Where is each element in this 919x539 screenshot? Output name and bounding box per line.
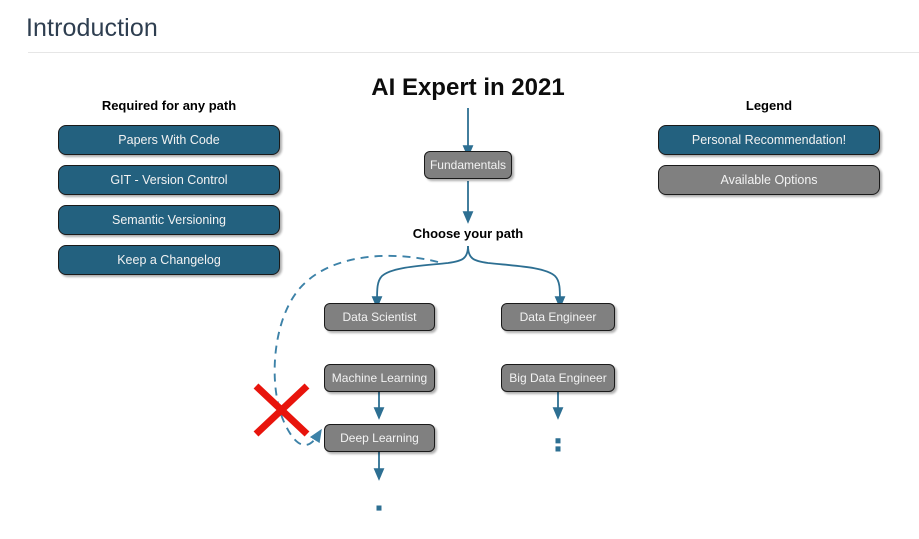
- page-header: Introduction: [0, 0, 919, 54]
- choose-your-path-label: Choose your path: [412, 226, 524, 241]
- flow-node-label: Deep Learning: [340, 431, 419, 445]
- edge-fork-left: [371, 245, 469, 309]
- legend-item-label: Available Options: [720, 173, 818, 187]
- flow-node-fundamentals[interactable]: Fundamentals: [424, 151, 512, 179]
- flow-node-label: Data Scientist: [342, 310, 417, 324]
- flow-node-label: Data Engineer: [519, 310, 597, 324]
- flow-node-big-data-engineer[interactable]: Big Data Engineer: [501, 364, 615, 392]
- edge-shortcut-to-deep-learning: [273, 254, 439, 446]
- required-item-keep-a-changelog[interactable]: Keep a Changelog: [58, 245, 280, 275]
- flow-node-label: Big Data Engineer: [509, 371, 607, 385]
- edge-fork-right: [467, 245, 566, 309]
- diagram-title: AI Expert in 2021: [371, 74, 565, 101]
- legend-item-label: Personal Recommendation!: [691, 133, 847, 147]
- legend-caption: Legend: [745, 98, 793, 113]
- required-item-label: Semantic Versioning: [112, 213, 226, 227]
- flow-node-deep-learning[interactable]: Deep Learning: [324, 424, 435, 452]
- required-item-label: GIT - Version Control: [110, 173, 228, 187]
- flow-node-machine-learning[interactable]: Machine Learning: [324, 364, 435, 392]
- flow-node-data-scientist[interactable]: Data Scientist: [324, 303, 435, 331]
- legend-item-available-options[interactable]: Available Options: [658, 165, 880, 195]
- required-item-label: Papers With Code: [118, 133, 220, 147]
- diagram-canvas: AI Expert in 2021 Fundamentals Choose yo…: [0, 54, 919, 539]
- required-item-git-version-control[interactable]: GIT - Version Control: [58, 165, 280, 195]
- required-for-any-path-caption: Required for any path: [101, 98, 237, 113]
- flow-node-label: Machine Learning: [331, 371, 428, 385]
- required-item-papers-with-code[interactable]: Papers With Code: [58, 125, 280, 155]
- flow-node-label: Fundamentals: [429, 158, 507, 172]
- legend-item-personal-recommendation[interactable]: Personal Recommendation!: [658, 125, 880, 155]
- header-divider: [28, 52, 919, 53]
- red-x-cross-icon: [253, 383, 310, 437]
- required-item-semantic-versioning[interactable]: Semantic Versioning: [58, 205, 280, 235]
- required-item-label: Keep a Changelog: [117, 253, 221, 267]
- flow-node-data-engineer[interactable]: Data Engineer: [501, 303, 615, 331]
- page-title: Introduction: [26, 14, 158, 42]
